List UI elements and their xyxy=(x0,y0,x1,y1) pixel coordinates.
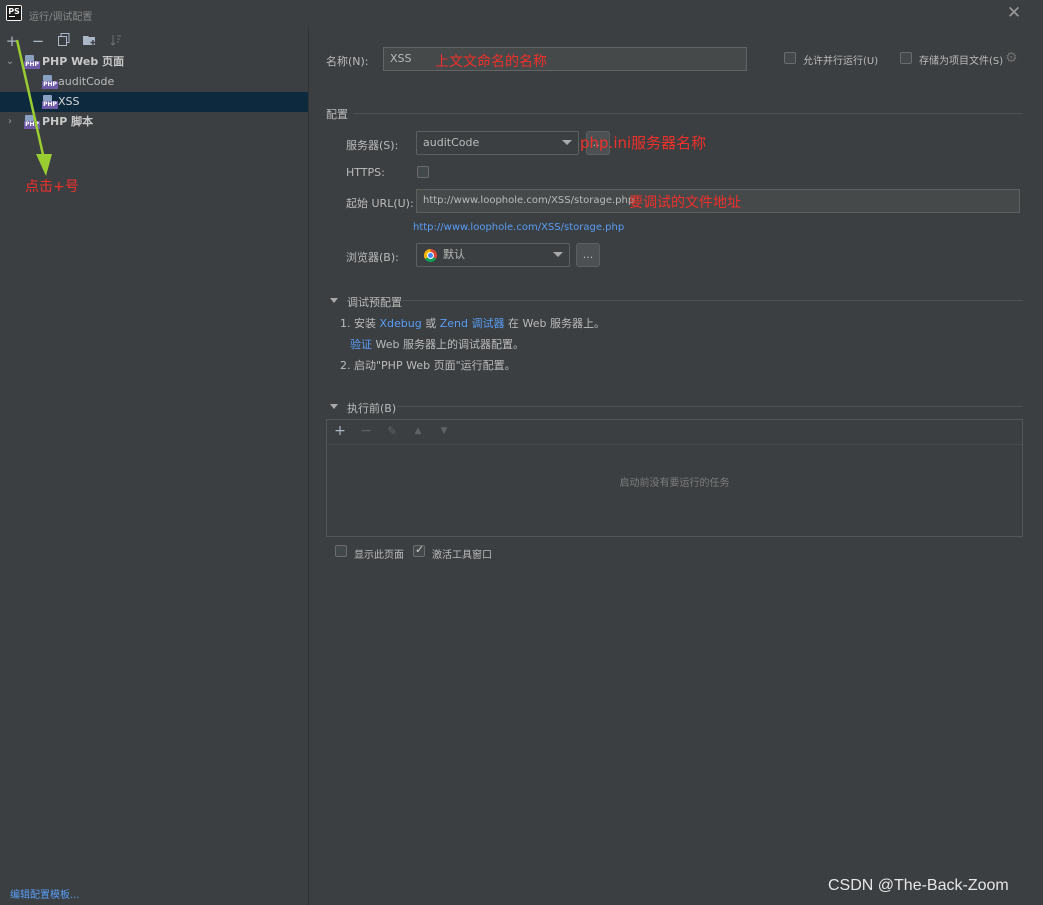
store-project-checkbox[interactable] xyxy=(900,52,912,64)
browser-options-button[interactable]: ... xyxy=(576,243,600,267)
debug-verify: 验证 Web 服务器上的调试器配置。 xyxy=(350,336,524,352)
divider xyxy=(397,406,1023,407)
debug-section-title: 调试预配置 xyxy=(347,296,402,309)
server-label: 服务器(S): xyxy=(346,139,399,152)
debug-step-2: 2. 启动"PHP Web 页面"运行配置。 xyxy=(340,359,516,372)
logo-text: PS xyxy=(7,6,21,20)
section-config-title: 配置 xyxy=(326,108,348,121)
task-toolbar: + − ✎ ▲ ▼ xyxy=(327,420,1022,445)
before-launch-title: 执行前(B) xyxy=(347,402,397,415)
add-task-icon[interactable]: + xyxy=(332,423,348,439)
config-detail-panel: 名称(N): XSS 上文文命名的名称 允许并行运行(U) 存储为项目文件(S)… xyxy=(309,28,1043,905)
name-label: 名称(N): xyxy=(326,55,369,68)
browser-select-value: 默认 xyxy=(443,248,465,261)
annotation-name: 上文文命名的名称 xyxy=(435,54,547,70)
step-text: 在 Web 服务器上。 xyxy=(508,317,605,330)
step-text: 1. 安装 xyxy=(340,317,376,330)
annotation-arrow xyxy=(15,39,52,176)
verify-link[interactable]: 验证 xyxy=(350,338,372,351)
xdebug-link[interactable]: Xdebug xyxy=(380,317,422,330)
edit-task-icon[interactable]: ✎ xyxy=(384,423,400,439)
zend-link[interactable]: Zend 调试器 xyxy=(440,317,505,330)
annotation-click-plus: 点击+号 xyxy=(25,179,79,195)
show-page-checkbox[interactable] xyxy=(335,545,347,557)
sort-icon[interactable] xyxy=(107,32,125,50)
activate-tool-label: 激活工具窗口 xyxy=(432,550,492,561)
allow-parallel-label: 允许并行运行(U) xyxy=(803,56,879,67)
divider xyxy=(353,113,1023,114)
move-up-icon[interactable]: ▲ xyxy=(410,423,426,439)
collapse-before-launch-icon[interactable] xyxy=(330,404,338,409)
step-text: 或 xyxy=(425,317,437,330)
server-select[interactable]: auditCode xyxy=(416,131,579,155)
show-page-label: 显示此页面 xyxy=(354,550,404,561)
step-text: Web 服务器上的调试器配置。 xyxy=(375,338,524,351)
close-icon[interactable]: ✕ xyxy=(1006,5,1022,22)
start-url-label: 起始 URL(U): xyxy=(346,197,414,210)
watermark: CSDN @The-Back-Zoom xyxy=(828,877,1009,894)
phpstorm-logo-icon: PS xyxy=(6,5,22,21)
browser-label: 浏览器(B): xyxy=(346,251,399,264)
window-title: 运行/调试配置 xyxy=(29,12,93,23)
move-down-icon[interactable]: ▼ xyxy=(436,423,452,439)
remove-task-icon[interactable]: − xyxy=(358,423,374,439)
start-url-link[interactable]: http://www.loophole.com/XSS/storage.php xyxy=(413,222,624,233)
store-project-label: 存储为项目文件(S) xyxy=(919,56,1004,67)
divider xyxy=(403,300,1023,301)
empty-task-message: 启动前没有要运行的任务 xyxy=(619,478,730,489)
https-label: HTTPS: xyxy=(346,166,385,179)
browser-select[interactable]: 默认 xyxy=(416,243,570,267)
debug-step-1: 1. 安装 Xdebug 或 Zend 调试器 在 Web 服务器上。 xyxy=(340,315,605,331)
gear-icon[interactable]: ⚙ xyxy=(1005,51,1019,65)
server-select-value: auditCode xyxy=(423,136,480,149)
edit-templates-link[interactable]: 编辑配置模板... xyxy=(10,886,80,901)
new-folder-icon[interactable] xyxy=(81,32,99,50)
annotation-url: 要调试的文件地址 xyxy=(629,195,741,211)
https-checkbox[interactable] xyxy=(417,166,429,178)
annotation-server: php.ini服务器名称 xyxy=(580,134,707,152)
collapse-debug-icon[interactable] xyxy=(330,298,338,303)
activate-tool-checkbox[interactable] xyxy=(413,543,425,557)
chrome-icon xyxy=(424,249,437,262)
before-launch-task-list: + − ✎ ▲ ▼ 启动前没有要运行的任务 xyxy=(326,419,1023,537)
title-bar: PS 运行/调试配置 ✕ xyxy=(0,0,1043,28)
config-tree-panel: + − ⌄ PHP PHP Web 页面 PHP auditCode PHP X… xyxy=(0,28,309,905)
allow-parallel-checkbox[interactable] xyxy=(784,52,796,64)
